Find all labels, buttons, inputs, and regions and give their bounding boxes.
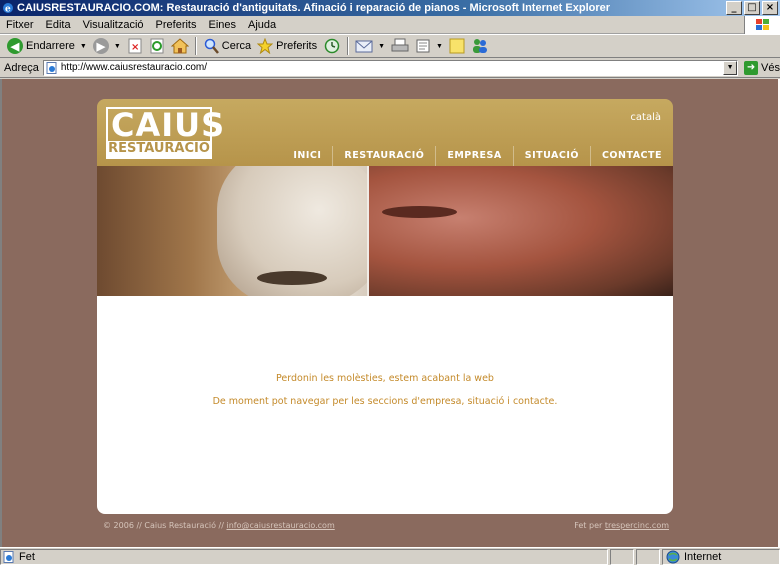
language-link[interactable]: català xyxy=(630,112,661,123)
messenger-button[interactable] xyxy=(468,35,492,57)
forward-dropdown-icon[interactable]: ▼ xyxy=(114,43,121,50)
menu-bar: Fitxer Edita Visualització Preferits Ein… xyxy=(0,16,780,34)
toolbar: ◀ Endarrere ▼ ▶ ▼ × Cerca Preferits ▼ ▼ xyxy=(0,34,780,58)
site-container: CAIUS RESTAURACIÓ català INICI RESTAURAC… xyxy=(97,99,673,514)
menu-ajuda[interactable]: Ajuda xyxy=(242,19,282,31)
window-title: CAIUSRESTAURACIO.COM: Restauració d'anti… xyxy=(17,2,611,14)
menu-fitxer[interactable]: Fitxer xyxy=(0,19,40,31)
home-button[interactable] xyxy=(168,35,192,57)
address-dropdown-icon[interactable]: ▼ xyxy=(723,60,738,75)
print-button[interactable] xyxy=(388,35,412,57)
edit-page-icon xyxy=(416,39,430,53)
site-logo[interactable]: CAIUS RESTAURACIÓ xyxy=(106,107,224,159)
close-button[interactable]: × xyxy=(762,1,778,15)
nav-restauracio[interactable]: RESTAURACIÓ xyxy=(332,146,435,166)
copyright-text: © 2006 // Caius Restauració // xyxy=(103,521,224,530)
back-button[interactable]: ◀ Endarrere ▼ xyxy=(4,35,90,57)
status-text: Fet xyxy=(19,550,35,563)
minimize-button[interactable]: _ xyxy=(726,1,742,15)
status-bar: Fet Internet xyxy=(0,547,780,565)
mail-icon xyxy=(355,40,373,53)
nav-inici[interactable]: INICI xyxy=(282,146,332,166)
edit-button[interactable]: ▼ xyxy=(412,35,446,57)
status-cell xyxy=(610,548,634,565)
menu-edita[interactable]: Edita xyxy=(40,19,77,31)
forward-button[interactable]: ▶ ▼ xyxy=(90,35,124,57)
mail-button[interactable]: ▼ xyxy=(352,35,388,57)
credit-link[interactable]: trespercinc.com xyxy=(605,521,669,530)
history-icon xyxy=(324,38,340,54)
page-viewport: CAIUS RESTAURACIÓ català INICI RESTAURAC… xyxy=(0,79,780,547)
stop-icon: × xyxy=(128,38,142,54)
maintenance-message: Perdonin les molèsties, estem acabant la… xyxy=(276,373,494,384)
star-icon xyxy=(257,38,274,54)
nav-contacte[interactable]: CONTACTE xyxy=(589,146,673,166)
zone-text: Internet xyxy=(684,550,722,563)
credit-text: Fet per xyxy=(574,521,603,530)
menu-eines[interactable]: Eines xyxy=(203,19,243,31)
footer-right: Fet per trespercinc.com xyxy=(574,521,669,530)
search-label: Cerca xyxy=(221,40,252,52)
back-arrow-icon: ◀ xyxy=(7,38,23,54)
logo-restauracio: RESTAURACIÓ xyxy=(108,141,210,157)
page-icon xyxy=(46,61,57,74)
go-arrow-icon: ➜ xyxy=(744,60,759,75)
site-header: CAIUS RESTAURACIÓ català INICI RESTAURAC… xyxy=(97,99,673,166)
hero-divider xyxy=(367,166,369,296)
hero-right-panel xyxy=(369,166,673,296)
go-button[interactable]: ➜ Vés xyxy=(744,60,780,75)
back-dropdown-icon[interactable]: ▼ xyxy=(80,43,87,50)
back-label: Endarrere xyxy=(26,40,75,52)
nav-empresa[interactable]: EMPRESA xyxy=(435,146,512,166)
print-icon xyxy=(391,38,409,52)
favorites-button[interactable]: Preferits xyxy=(254,35,320,57)
footer-left: © 2006 // Caius Restauració // info@caiu… xyxy=(103,521,335,530)
security-zone: Internet xyxy=(662,548,780,565)
nav-situacio[interactable]: SITUACIÓ xyxy=(512,146,590,166)
search-icon xyxy=(204,38,219,54)
toolbar-separator xyxy=(347,37,350,55)
site-nav: INICI RESTAURACIÓ EMPRESA SITUACIÓ CONTA… xyxy=(282,146,673,166)
status-main: Fet xyxy=(0,548,608,565)
site-footer: © 2006 // Caius Restauració // info@caiu… xyxy=(103,521,669,530)
statue-eye xyxy=(257,271,327,285)
svg-text:e: e xyxy=(5,5,11,15)
forward-arrow-icon: ▶ xyxy=(92,38,109,54)
mail-dropdown-icon[interactable]: ▼ xyxy=(378,43,385,50)
messenger-icon xyxy=(472,39,487,53)
title-bar: e CAIUSRESTAURACIO.COM: Restauració d'an… xyxy=(0,0,780,16)
logo-caius: CAIUS xyxy=(111,106,226,144)
maximize-button[interactable]: □ xyxy=(744,1,760,15)
address-bar: Adreça http://www.caiusrestauracio.com/ … xyxy=(0,58,780,78)
favorites-label: Preferits xyxy=(276,40,318,52)
ie-icon: e xyxy=(3,3,13,15)
go-label: Vés xyxy=(761,61,780,74)
discuss-button[interactable] xyxy=(446,35,468,57)
home-icon xyxy=(170,38,189,54)
svg-text:×: × xyxy=(131,42,139,53)
edit-dropdown-icon[interactable]: ▼ xyxy=(436,43,443,50)
address-url: http://www.caiusrestauracio.com/ xyxy=(60,62,208,73)
windows-logo xyxy=(744,16,780,34)
menu-visualitzacio[interactable]: Visualització xyxy=(77,19,150,31)
menu-preferits[interactable]: Preferits xyxy=(150,19,203,31)
status-cell xyxy=(636,548,660,565)
windows-flag-icon xyxy=(755,19,769,30)
toolbar-separator xyxy=(194,37,197,55)
content-area: Perdonin les molèsties, estem acabant la… xyxy=(97,296,673,514)
page-done-icon xyxy=(3,550,14,563)
note-icon xyxy=(449,38,465,54)
search-button[interactable]: Cerca xyxy=(200,35,254,57)
email-link[interactable]: info@caiusrestauracio.com xyxy=(226,521,334,530)
hero-image xyxy=(97,166,673,296)
painting-eye xyxy=(382,206,457,218)
refresh-icon xyxy=(150,38,164,54)
refresh-button[interactable] xyxy=(146,35,168,57)
internet-globe-icon xyxy=(666,550,680,563)
address-label: Adreça xyxy=(4,61,39,74)
navigation-message: De moment pot navegar per les seccions d… xyxy=(212,396,558,407)
address-input[interactable]: http://www.caiusrestauracio.com/ ▼ xyxy=(42,59,739,76)
history-button[interactable] xyxy=(320,35,344,57)
stop-button[interactable]: × xyxy=(124,35,146,57)
